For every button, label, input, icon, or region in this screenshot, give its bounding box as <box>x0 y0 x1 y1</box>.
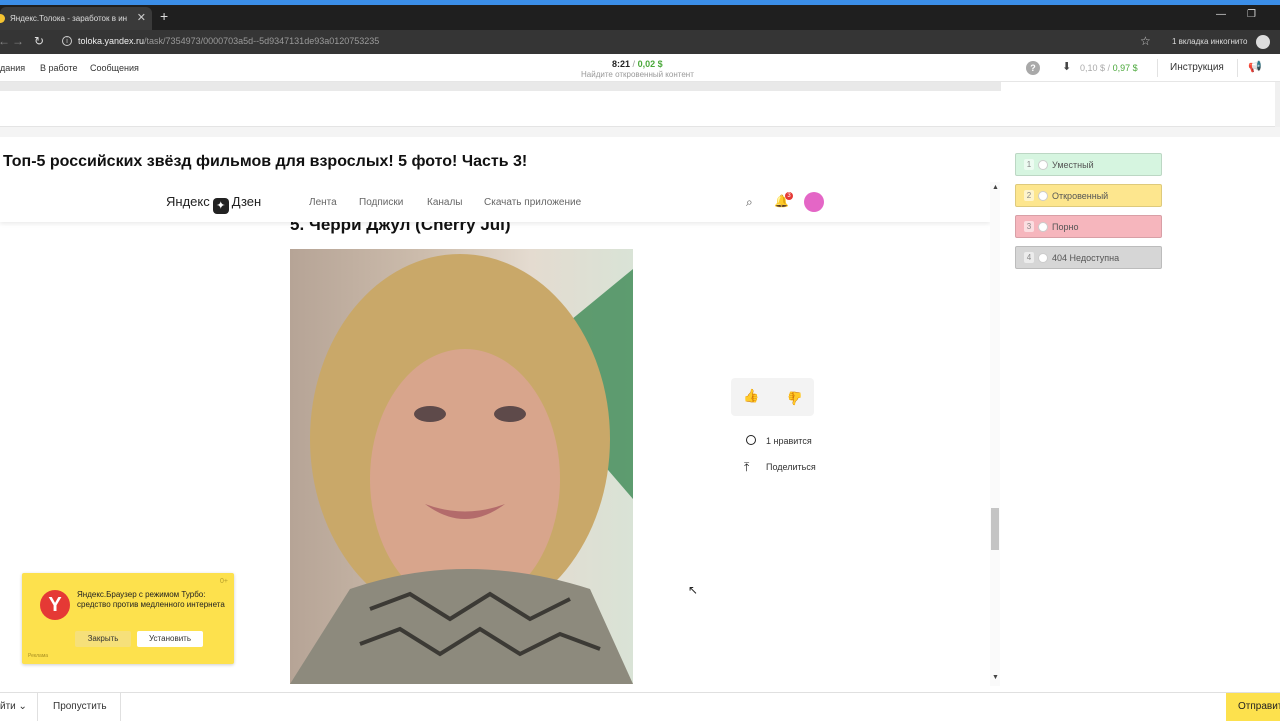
option-label: Откровенный <box>1052 191 1109 201</box>
option-label: Уместный <box>1052 160 1094 170</box>
submit-button[interactable]: Отправить <box>1226 693 1280 721</box>
scrollbar-thumb[interactable] <box>991 508 999 550</box>
timer-value: 8:21 <box>612 59 631 69</box>
megaphone-icon[interactable]: 📢 <box>1248 60 1262 73</box>
footer-divider <box>37 693 38 721</box>
balance[interactable]: 0,10 $ / 0,97 $ <box>1080 63 1138 73</box>
option-porn[interactable]: 3 Порно <box>1015 215 1162 238</box>
yandex-browser-icon: Y <box>40 590 70 620</box>
favicon-icon <box>0 14 5 23</box>
header-divider <box>1157 59 1158 77</box>
timer-separator: / <box>632 59 636 69</box>
tab-title: Яндекс.Толока - заработок в ин <box>10 14 128 23</box>
footer-divider <box>120 693 121 721</box>
reaction-box: 👍 👍 <box>731 378 814 416</box>
option-hotkey: 1 <box>1024 159 1034 170</box>
close-tab-icon[interactable]: ✕ <box>137 7 146 30</box>
zen-nav-feed[interactable]: Лента <box>309 197 337 208</box>
url-field[interactable]: toloka.yandex.ru/task/7354973/0000703a5d… <box>78 36 379 46</box>
incognito-icon[interactable] <box>1256 35 1270 49</box>
option-unavailable[interactable]: 4 404 Недоступна <box>1015 246 1162 269</box>
likes-count: 1 нравится <box>766 436 812 446</box>
top-scroll-strip <box>0 82 1001 91</box>
nav-messages[interactable]: Сообщения <box>90 63 139 73</box>
help-icon[interactable]: ? <box>1026 61 1040 75</box>
balance-pending: 0,10 $ <box>1080 63 1106 73</box>
radio-button[interactable] <box>1038 160 1048 170</box>
timer-earned: 0,02 $ <box>637 59 663 69</box>
zen-logo-yandex: Яндекс <box>166 194 210 209</box>
option-label: Порно <box>1052 222 1079 232</box>
thumbs-down-icon[interactable]: 👍 <box>787 390 803 406</box>
zen-header: Яндекс ✦ Дзен Лента Подписки Каналы Скачат… <box>0 182 990 222</box>
incognito-label[interactable]: 1 вкладка инкогнито <box>1172 37 1247 46</box>
skip-button[interactable]: Пропустить <box>53 701 107 712</box>
new-tab-button[interactable]: + <box>160 8 168 24</box>
section-gap <box>0 127 1280 137</box>
nav-tasks[interactable]: дания <box>0 63 25 73</box>
zen-nav-subscriptions[interactable]: Подписки <box>359 197 403 208</box>
share-icon[interactable]: ⤒ <box>744 460 749 475</box>
option-hotkey: 3 <box>1024 221 1034 232</box>
task-top-area <box>0 91 1275 127</box>
thumbs-up-icon[interactable]: 👍 <box>743 388 759 404</box>
balance-available: 0,97 $ <box>1112 63 1138 73</box>
share-link[interactable]: Поделиться <box>766 462 816 472</box>
tab-strip: Яндекс.Толока - заработок в ин ✕ + — ❐ <box>0 5 1280 30</box>
forward-icon[interactable]: → <box>12 34 24 48</box>
url-host: toloka.yandex.ru <box>78 36 145 46</box>
instructions-button[interactable]: Инструкция <box>1170 62 1224 73</box>
nav-in-progress[interactable]: В работе <box>40 63 78 73</box>
task-hint: Найдите откровенный контент <box>581 70 694 79</box>
promo-install-button[interactable]: Установить <box>137 631 203 647</box>
radio-button[interactable] <box>1038 222 1048 232</box>
photo-illustration <box>290 254 633 684</box>
option-explicit[interactable]: 2 Откровенный <box>1015 184 1162 207</box>
task-footer: йти ⌄ Пропустить Отправить <box>0 692 1280 721</box>
zen-nav-download-app[interactable]: Скачать приложение <box>484 197 581 208</box>
zen-logo-zen: Дзен <box>231 194 262 209</box>
ad-label: Реклама <box>28 653 49 659</box>
avatar[interactable] <box>804 192 824 212</box>
zen-logo-mark-icon: ✦ <box>212 198 229 214</box>
browser-tab[interactable]: Яндекс.Толока - заработок в ин ✕ <box>0 7 152 30</box>
radio-button[interactable] <box>1038 191 1048 201</box>
article-photo <box>290 249 633 684</box>
task-timer: 8:21 / 0,02 $ <box>612 59 663 69</box>
iframe-scrollbar[interactable]: ▲ ▼ <box>990 182 1000 686</box>
restore-button[interactable]: ❐ <box>1247 9 1256 20</box>
download-icon: ⬇ <box>1062 61 1072 73</box>
header-divider <box>1237 59 1238 77</box>
age-rating: 0+ <box>220 578 228 585</box>
back-icon[interactable]: ← <box>0 34 10 48</box>
browser-promo: 0+ Y Яндекс.Браузер с режимом Турбо: сре… <box>22 573 234 664</box>
scroll-down-icon[interactable]: ▼ <box>992 674 999 681</box>
scroll-up-icon[interactable]: ▲ <box>992 184 999 191</box>
zen-nav-channels[interactable]: Каналы <box>427 197 463 208</box>
search-icon[interactable]: ⌕ <box>746 195 753 210</box>
bookmark-star-icon[interactable]: ☆ <box>1140 34 1151 48</box>
reload-icon[interactable]: ↻ <box>34 34 44 48</box>
task-title: Топ-5 российских звёзд фильмов для взрос… <box>3 153 528 170</box>
radio-button[interactable] <box>1038 253 1048 263</box>
option-hotkey: 4 <box>1024 252 1034 263</box>
exit-dropdown[interactable]: йти ⌄ <box>0 701 27 712</box>
option-appropriate[interactable]: 1 Уместный <box>1015 153 1162 176</box>
notification-badge: 3 <box>785 192 793 200</box>
address-bar: ← → ↻ i toloka.yandex.ru/task/7354973/00… <box>0 30 1280 54</box>
toloka-header: дания В работе Сообщения 8:21 / 0,02 $ Н… <box>0 54 1280 82</box>
option-hotkey: 2 <box>1024 190 1034 201</box>
zen-logo[interactable]: Яндекс ✦ Дзен <box>166 194 261 214</box>
mouse-cursor-icon: ↖ <box>688 583 699 597</box>
minimize-button[interactable]: — <box>1216 9 1226 20</box>
url-path: /task/7354973/0000703a5d--5d9347131de93a… <box>144 36 380 46</box>
site-info-icon[interactable]: i <box>62 36 72 46</box>
promo-close-button[interactable]: Закрыть <box>75 631 131 647</box>
balance-separator: / <box>1107 63 1111 73</box>
option-label: 404 Недоступна <box>1052 253 1120 263</box>
promo-text: Яндекс.Браузер с режимом Турбо: средство… <box>77 590 225 609</box>
likes-icon <box>746 435 756 445</box>
